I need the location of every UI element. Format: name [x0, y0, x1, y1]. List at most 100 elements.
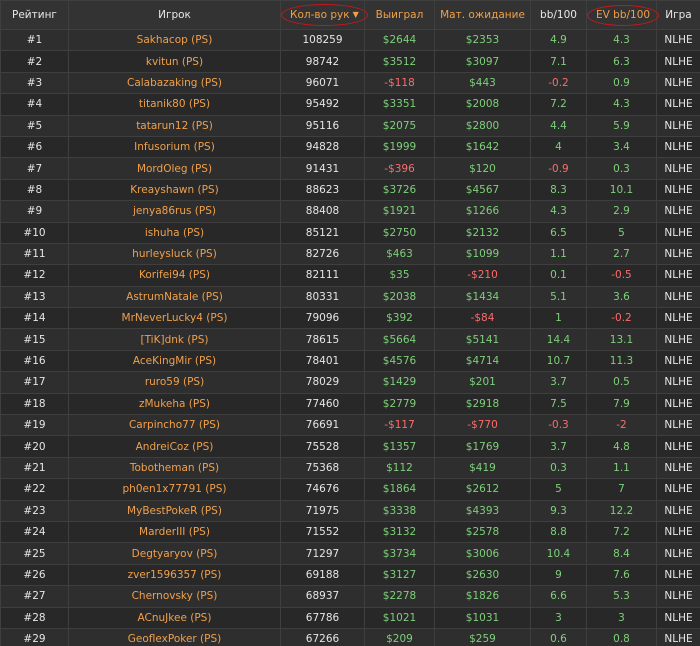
header-player: Игрок [68, 0, 281, 30]
player-link[interactable]: Carpincho77 (PS) [68, 414, 281, 437]
won-cell: $2278 [364, 585, 435, 608]
header-hands-label: Кол-во рук [290, 9, 350, 21]
player-link[interactable]: Kreayshawn (PS) [68, 178, 281, 202]
rank-cell: #2 [0, 50, 69, 73]
table-row: #18 zMukeha (PS) 77460 $2779 $2918 7.5 7.9 NLHE [0, 392, 700, 416]
hands-cell: 71975 [280, 499, 365, 522]
player-link[interactable]: zMukeha (PS) [68, 392, 281, 416]
expected-cell: -$770 [434, 414, 531, 437]
player-link[interactable]: Chernovsky (PS) [68, 585, 281, 608]
rank-cell: #4 [0, 93, 69, 116]
game-cell: NLHE [656, 414, 700, 437]
player-link[interactable]: jenya86rus (PS) [68, 200, 281, 223]
game-cell: NLHE [656, 285, 700, 309]
player-link[interactable]: ACnuJkee (PS) [68, 606, 281, 629]
evbb100-cell: -0.2 [586, 307, 657, 330]
hands-cell: 71552 [280, 520, 365, 544]
header-evbb100-label: EV bb/100 [596, 8, 651, 21]
game-cell: NLHE [656, 178, 700, 202]
rank-cell: #15 [0, 328, 69, 351]
rank-cell: #16 [0, 349, 69, 373]
bb100-cell: 4 [530, 135, 587, 159]
player-link[interactable]: ishuha (PS) [68, 221, 281, 244]
player-link[interactable]: hurleysluck (PS) [68, 242, 281, 266]
hands-cell: 74676 [280, 478, 365, 501]
won-cell: $3734 [364, 542, 435, 565]
caret-down-icon: ▼ [352, 10, 359, 19]
rank-cell: #11 [0, 242, 69, 266]
expected-cell: $259 [434, 627, 531, 646]
player-link[interactable]: kvitun (PS) [68, 50, 281, 73]
player-link[interactable]: tatarun12 (PS) [68, 114, 281, 137]
game-cell: NLHE [656, 50, 700, 73]
won-cell: $1921 [364, 200, 435, 223]
won-cell: $1864 [364, 478, 435, 501]
won-cell: $1357 [364, 435, 435, 458]
player-link[interactable]: Degtyaryov (PS) [68, 542, 281, 565]
won-cell: -$117 [364, 414, 435, 437]
won-cell: $2075 [364, 114, 435, 137]
game-cell: NLHE [656, 71, 700, 95]
player-link[interactable]: ruro59 (PS) [68, 371, 281, 394]
game-cell: NLHE [656, 456, 700, 480]
player-link[interactable]: [TiK]dnk (PS) [68, 328, 281, 351]
header-bb100: bb/100 [530, 0, 587, 30]
player-link[interactable]: AstrumNatale (PS) [68, 285, 281, 309]
expected-cell: $2630 [434, 563, 531, 587]
evbb100-cell: 5 [586, 221, 657, 244]
hands-cell: 98742 [280, 50, 365, 73]
table-row: #28 ACnuJkee (PS) 67786 $1021 $1031 3 3 NLHE [0, 606, 700, 629]
hands-cell: 88408 [280, 200, 365, 223]
header-evbb100-sort[interactable]: EV bb/100 [586, 0, 660, 30]
expected-cell: $2132 [434, 221, 531, 244]
evbb100-cell: 4.3 [586, 28, 657, 52]
expected-cell: $1642 [434, 135, 531, 159]
player-link[interactable]: MyBestPokeR (PS) [68, 499, 281, 522]
player-link[interactable]: MrNeverLucky4 (PS) [68, 307, 281, 330]
player-link[interactable]: Infusorium (PS) [68, 135, 281, 159]
hands-cell: 80331 [280, 285, 365, 309]
table-row: #24 MarderIII (PS) 71552 $3132 $2578 8.8 7.2 NL… [0, 520, 700, 544]
game-cell: NLHE [656, 114, 700, 137]
bb100-cell: 0.3 [530, 456, 587, 480]
game-cell: NLHE [656, 542, 700, 565]
bb100-cell: 7.2 [530, 93, 587, 116]
player-link[interactable]: AceKingMir (PS) [68, 349, 281, 373]
player-link[interactable]: MordOleg (PS) [68, 157, 281, 180]
bb100-cell: 3.7 [530, 371, 587, 394]
won-cell: $1021 [364, 606, 435, 629]
player-link[interactable]: titanik80 (PS) [68, 93, 281, 116]
table-row: #10 ishuha (PS) 85121 $2750 $2132 6.5 5 NLHE [0, 221, 700, 244]
player-link[interactable]: zver1596357 (PS) [68, 563, 281, 587]
player-link[interactable]: AndreiCoz (PS) [68, 435, 281, 458]
hands-cell: 79096 [280, 307, 365, 330]
player-link[interactable]: MarderIII (PS) [68, 520, 281, 544]
player-link[interactable]: Korifei94 (PS) [68, 264, 281, 287]
header-expected-sort[interactable]: Мат. ожидание [434, 0, 531, 30]
header-hands-sort[interactable]: Кол-во рук ▼ [280, 0, 368, 30]
won-cell: $3132 [364, 520, 435, 544]
hands-cell: 78029 [280, 371, 365, 394]
bb100-cell: 1.1 [530, 242, 587, 266]
rank-cell: #22 [0, 478, 69, 501]
player-link[interactable]: Tobotheman (PS) [68, 456, 281, 480]
player-link[interactable]: GeoflexPoker (PS) [68, 627, 281, 646]
game-cell: NLHE [656, 349, 700, 373]
expected-cell: $201 [434, 371, 531, 394]
header-won-sort[interactable]: Выиграл [364, 0, 435, 30]
expected-cell: $2578 [434, 520, 531, 544]
table-body: #1 Sakhacop (PS) 108259 $2644 $2353 4.9 4.3 NLH… [0, 28, 700, 646]
player-link[interactable]: Sakhacop (PS) [68, 28, 281, 52]
hands-cell: 85121 [280, 221, 365, 244]
player-link[interactable]: Calabazaking (PS) [68, 71, 281, 95]
bb100-cell: 0.6 [530, 627, 587, 646]
bb100-cell: 7.1 [530, 50, 587, 73]
game-cell: NLHE [656, 520, 700, 544]
bb100-cell: 3.7 [530, 435, 587, 458]
expected-cell: $2918 [434, 392, 531, 416]
game-cell: NLHE [656, 135, 700, 159]
bb100-cell: 5 [530, 478, 587, 501]
player-link[interactable]: ph0en1x77791 (PS) [68, 478, 281, 501]
won-cell: $463 [364, 242, 435, 266]
won-cell: $3127 [364, 563, 435, 587]
